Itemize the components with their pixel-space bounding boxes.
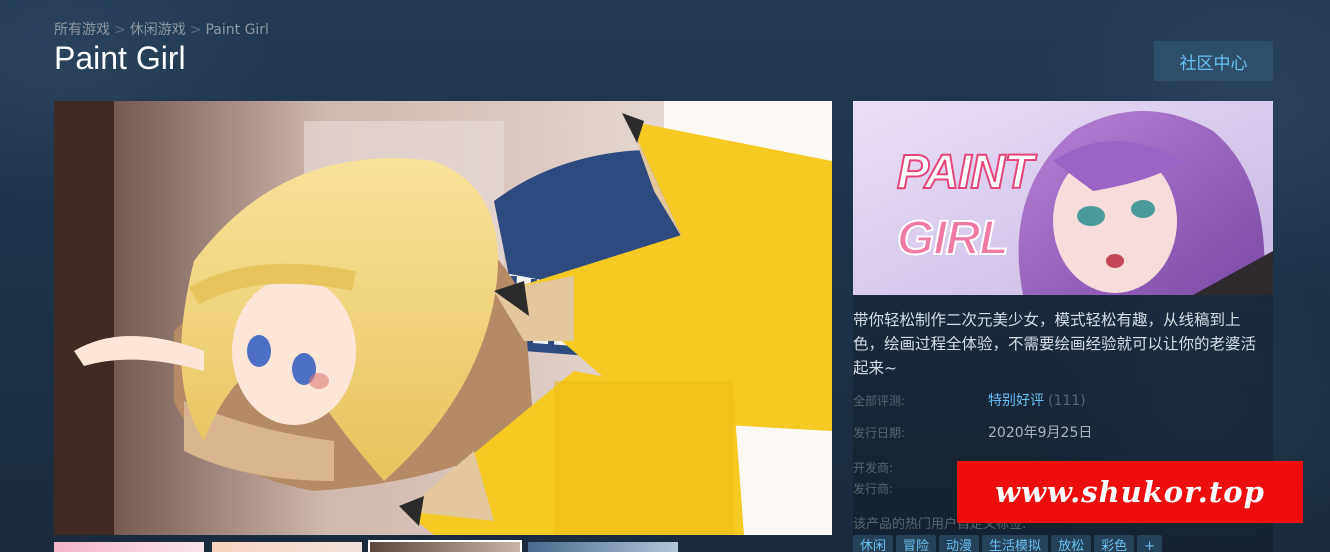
reviews-value[interactable]: 特别好评 (111): [988, 390, 1086, 410]
main-screenshot[interactable]: [54, 101, 832, 535]
thumbnail-strip: [54, 540, 678, 552]
breadcrumb: 所有游戏 > 休闲游戏 > Paint Girl: [54, 19, 269, 39]
release-date-label: 发行日期:: [853, 426, 906, 440]
developer-label: 开发商:: [853, 461, 894, 475]
tag-more-button[interactable]: +: [1137, 535, 1162, 552]
breadcrumb-separator: >: [114, 22, 126, 38]
watermark-banner: www.shukor.top: [957, 461, 1303, 523]
capsule-logo-line2: GIRL: [896, 211, 1010, 266]
reviews-label: 全部评测:: [853, 394, 906, 408]
publisher-label: 发行商:: [853, 482, 894, 496]
tag-anime[interactable]: 动漫: [939, 535, 980, 552]
tag-life-sim[interactable]: 生活模拟: [982, 535, 1049, 552]
tag-colorful[interactable]: 彩色: [1094, 535, 1135, 552]
tag-casual[interactable]: 休闲: [853, 535, 894, 552]
store-page: 所有游戏>休闲游戏>Paint Girl Paint Girl 社区中心: [0, 0, 1330, 552]
breadcrumb-all-games[interactable]: 所有游戏: [54, 22, 110, 38]
header-capsule-image: PAINT GIRL: [853, 101, 1273, 295]
breadcrumb-casual-games[interactable]: 休闲游戏: [130, 22, 186, 38]
breadcrumb-separator: >: [189, 22, 202, 38]
game-description: 带你轻松制作二次元美少女，模式轻松有趣，从线稿到上色，绘画过程全体验，不需要绘画…: [853, 311, 1257, 377]
screenshot-art: [54, 101, 832, 535]
thumbnail[interactable]: [528, 542, 678, 552]
tag-adventure[interactable]: 冒险: [896, 535, 937, 552]
page-title: Paint Girl: [54, 40, 186, 76]
release-date-value: 2020年9月25日: [988, 425, 1093, 441]
tag-list: 休闲 冒险 动漫 生活模拟 放松 彩色 +: [853, 535, 1162, 552]
tag-relaxing[interactable]: 放松: [1051, 535, 1092, 552]
review-summary[interactable]: 特别好评: [988, 393, 1044, 409]
community-hub-button[interactable]: 社区中心: [1154, 41, 1273, 81]
thumbnail[interactable]: [212, 542, 362, 552]
thumbnail[interactable]: [368, 540, 522, 552]
capsule-logo-line1: PAINT: [896, 145, 1034, 200]
breadcrumb-current-game[interactable]: Paint Girl: [205, 22, 268, 38]
watermark-text: www.shukor.top: [995, 475, 1265, 509]
thumbnail[interactable]: [54, 542, 204, 552]
review-count: (111): [1048, 393, 1086, 409]
